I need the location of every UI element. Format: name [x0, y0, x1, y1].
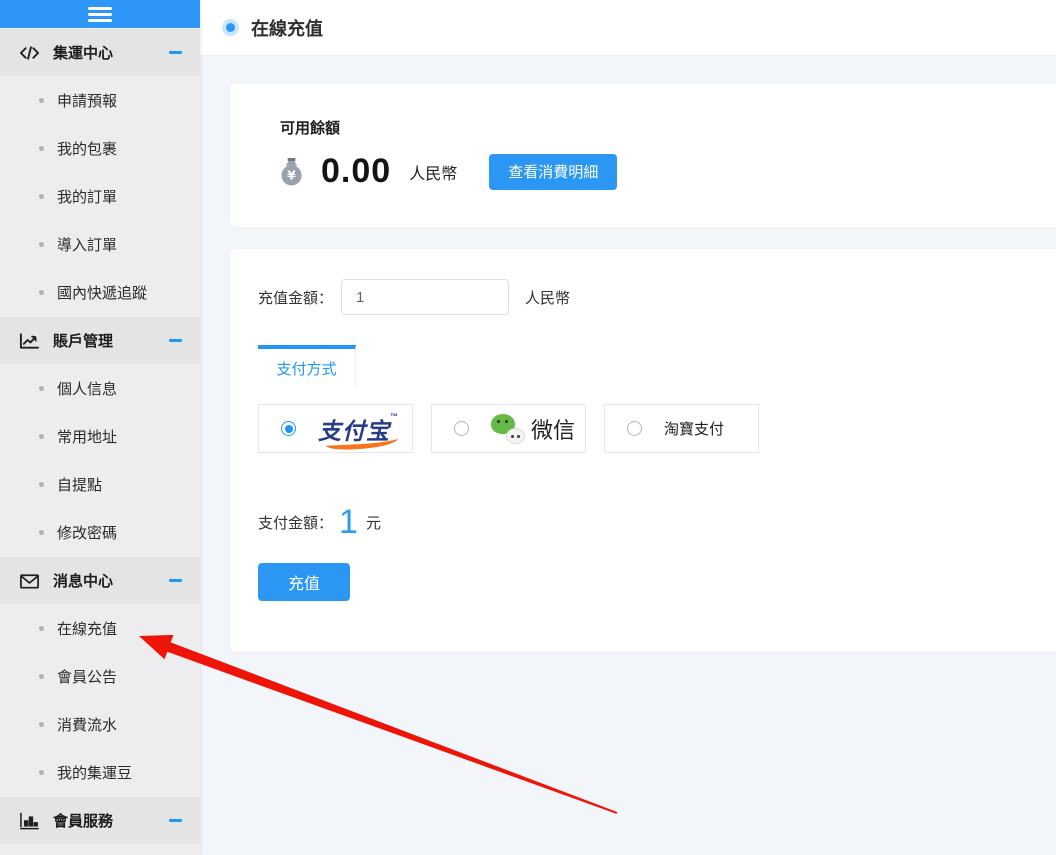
bullet-icon [39, 146, 44, 151]
bullet-icon [39, 722, 44, 727]
collapse-icon[interactable] [169, 579, 182, 582]
menu-toggle-icon[interactable] [88, 7, 112, 22]
chart-line-icon [19, 332, 40, 350]
balance-card: 可用餘額 ¥ 0.00 人民幣 查看消費明細 [230, 84, 1056, 227]
sidebar-item-pickup-point[interactable]: 自提點 [0, 460, 200, 508]
bullet-icon [39, 434, 44, 439]
balance-title: 可用餘額 [280, 117, 1020, 138]
collapse-icon[interactable] [169, 819, 182, 822]
section-label: 消息中心 [53, 570, 169, 591]
sidebar-item-member-announcement[interactable]: 會員公告 [0, 652, 200, 700]
item-label: 常用地址 [57, 426, 117, 447]
envelope-icon [19, 572, 40, 590]
page-title: 在線充值 [251, 15, 323, 41]
tab-payment-method[interactable]: 支付方式 [258, 345, 356, 387]
pay-amount-unit: 元 [366, 512, 381, 533]
sidebar: 集運中心 申請預報 我的包裹 我的訂單 導入訂單 國內快遞追蹤 賬戶管理 個人信… [0, 0, 200, 855]
recharge-amount-label: 充值金額： [258, 287, 333, 308]
svg-text:¥: ¥ [287, 168, 296, 183]
sidebar-item-common-address[interactable]: 常用地址 [0, 412, 200, 460]
sidebar-item-my-beans[interactable]: 我的集運豆 [0, 748, 200, 796]
item-label: 會員公告 [57, 666, 117, 687]
radio-unchecked-icon[interactable] [454, 421, 469, 436]
page-header: 在線充值 [200, 0, 1056, 56]
view-consumption-detail-button[interactable]: 查看消費明細 [489, 154, 617, 190]
recharge-card: 充值金額： 人民幣 支付方式 支付宝™ 微信 淘寶支付 [230, 249, 1056, 652]
sidebar-item-import-orders[interactable]: 導入訂單 [0, 220, 200, 268]
sidebar-section-message-center[interactable]: 消息中心 [0, 556, 200, 604]
sidebar-item-my-packages[interactable]: 我的包裹 [0, 124, 200, 172]
alipay-logo: 支付宝™ [318, 412, 399, 446]
sidebar-item-domestic-express-tracking[interactable]: 國內快遞追蹤 [0, 268, 200, 316]
trademark-symbol: ™ [390, 412, 399, 421]
bullet-icon [39, 530, 44, 535]
item-label: 導入訂單 [57, 234, 117, 255]
taobao-label: 淘寶支付 [664, 418, 724, 439]
balance-amount: 0.00 [321, 152, 391, 191]
item-label: 在線充值 [57, 618, 117, 639]
item-label: 申請預報 [57, 90, 117, 111]
section-label: 賬戶管理 [53, 330, 169, 351]
collapse-icon[interactable] [169, 339, 182, 342]
item-label: 國內快遞追蹤 [57, 282, 147, 303]
wechat-label: 微信 [531, 413, 575, 445]
item-label: 自提點 [57, 474, 102, 495]
pay-amount-label: 支付金額： [258, 512, 333, 533]
bullet-icon [39, 674, 44, 679]
collapse-icon[interactable] [169, 51, 182, 54]
recharge-amount-input[interactable] [341, 279, 509, 315]
radio-checked-icon[interactable] [281, 421, 296, 436]
payment-option-taobao[interactable]: 淘寶支付 [604, 404, 759, 453]
sidebar-item-change-password[interactable]: 修改密碼 [0, 508, 200, 556]
title-dot-icon [226, 23, 235, 32]
recharge-currency: 人民幣 [525, 287, 570, 308]
sidebar-item-my-orders[interactable]: 我的訂單 [0, 172, 200, 220]
pay-amount-value: 1 [339, 505, 358, 539]
sidebar-section-account-management[interactable]: 賬戶管理 [0, 316, 200, 364]
sidebar-item-apply-forecast[interactable]: 申請預報 [0, 76, 200, 124]
item-label: 我的集運豆 [57, 762, 132, 783]
sidebar-item-online-recharge[interactable]: 在線充值 [0, 604, 200, 652]
sidebar-item-personal-info[interactable]: 個人信息 [0, 364, 200, 412]
recharge-submit-button[interactable]: 充值 [258, 563, 350, 601]
sidebar-section-consolidation-center[interactable]: 集運中心 [0, 28, 200, 76]
item-label: 個人信息 [57, 378, 117, 399]
section-label: 會員服務 [53, 810, 169, 831]
balance-currency: 人民幣 [409, 160, 457, 184]
item-label: 消費流水 [57, 714, 117, 735]
sidebar-section-member-services[interactable]: 會員服務 [0, 796, 200, 844]
payment-option-alipay[interactable]: 支付宝™ [258, 404, 413, 453]
item-label: 我的包裹 [57, 138, 117, 159]
code-icon [19, 44, 40, 62]
bar-chart-icon [19, 812, 40, 830]
bullet-icon [39, 770, 44, 775]
bullet-icon [39, 386, 44, 391]
item-label: 我的訂單 [57, 186, 117, 207]
section-label: 集運中心 [53, 42, 169, 63]
item-label: 修改密碼 [57, 522, 117, 543]
bullet-icon [39, 290, 44, 295]
payment-option-wechat[interactable]: 微信 [431, 404, 586, 453]
money-bag-icon: ¥ [280, 157, 303, 186]
main-content: 在線充值 可用餘額 ¥ 0.00 人民幣 查看消費明細 充值金額： 人民幣 支付… [200, 0, 1056, 855]
sidebar-topbar [0, 0, 200, 28]
bullet-icon [39, 242, 44, 247]
sidebar-item-consumption-records[interactable]: 消費流水 [0, 700, 200, 748]
radio-unchecked-icon[interactable] [627, 421, 642, 436]
bullet-icon [39, 194, 44, 199]
bullet-icon [39, 482, 44, 487]
bullet-icon [39, 626, 44, 631]
payment-methods: 支付宝™ 微信 淘寶支付 [258, 404, 1056, 453]
bullet-icon [39, 98, 44, 103]
wechat-icon [491, 414, 525, 444]
